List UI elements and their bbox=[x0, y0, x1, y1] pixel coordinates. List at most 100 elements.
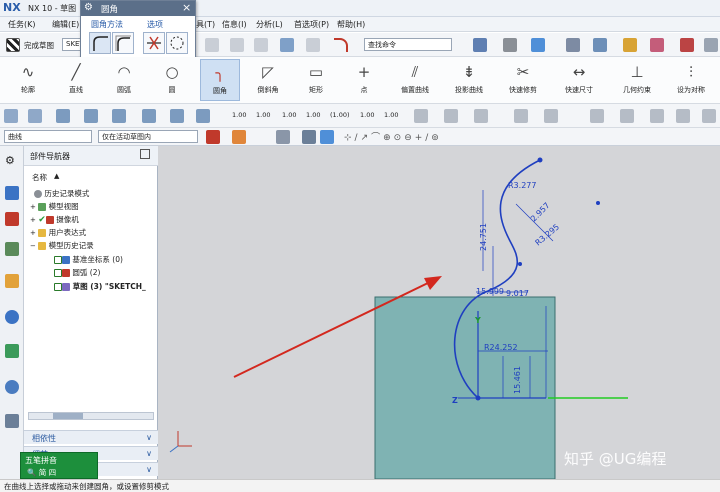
command-finder-input[interactable]: 查找命令 bbox=[364, 38, 452, 51]
customize-icon[interactable] bbox=[704, 38, 718, 52]
shaded-view-icon[interactable] bbox=[531, 38, 545, 52]
checkbox-checked-icon[interactable] bbox=[54, 256, 62, 264]
chamfer-button[interactable]: ◸ 倒斜角 bbox=[248, 59, 288, 101]
curve-endpoint[interactable] bbox=[537, 157, 543, 163]
snap-modes-icon[interactable]: ⊹∕↗⌒⊕⊙⊖+∕⊚ bbox=[344, 130, 442, 143]
dim-value-7[interactable]: 1.00 bbox=[384, 111, 398, 119]
resize-curve-icon[interactable] bbox=[590, 109, 604, 123]
expand-icon[interactable]: + bbox=[30, 216, 36, 224]
dim-r3277[interactable]: R3.277 bbox=[508, 181, 536, 190]
menu-preferences[interactable]: 首选项(P) bbox=[294, 19, 329, 30]
constraint-navigator-icon[interactable] bbox=[5, 242, 19, 256]
snap-point-icon[interactable] bbox=[232, 130, 246, 144]
select-icon[interactable] bbox=[276, 130, 290, 144]
dim-value-2[interactable]: 1.00 bbox=[256, 111, 270, 119]
tree-item-datum-csys[interactable]: 基准坐标系 (0) bbox=[54, 254, 123, 265]
offset-curve-button[interactable]: ⫽ 偏置曲线 bbox=[392, 59, 438, 101]
dim-value-3[interactable]: 1.00 bbox=[282, 111, 296, 119]
delete-curve-icon[interactable] bbox=[544, 109, 558, 123]
trim-fillet-button[interactable] bbox=[89, 32, 111, 54]
sort-up-icon[interactable]: ▲ bbox=[54, 172, 59, 180]
animate-dimension-icon[interactable] bbox=[142, 109, 156, 123]
sketch-viewport[interactable]: R3.277 24.751 2.957 R3.295 15.999 9.017 … bbox=[158, 146, 720, 480]
tree-item-arc[interactable]: 圆弧 (2) bbox=[54, 267, 100, 278]
ime-icons[interactable]: 🔍 简 四 bbox=[27, 467, 56, 478]
arc-center-point[interactable] bbox=[596, 201, 600, 205]
gear-icon[interactable]: ⚙ bbox=[84, 2, 93, 13]
feature-edit-icon[interactable] bbox=[650, 109, 664, 123]
tree-item-user-expressions[interactable]: + 用户表达式 bbox=[30, 227, 86, 238]
tree-item-history-mode[interactable]: 历史记录模式 bbox=[34, 188, 89, 199]
menu-analysis[interactable]: 分析(L) bbox=[256, 19, 283, 30]
tab-fillet-method[interactable]: 圆角方法 bbox=[91, 19, 123, 30]
replace-curve-icon[interactable] bbox=[514, 109, 528, 123]
checkbox-checked-icon[interactable] bbox=[54, 269, 62, 277]
show-constraints-icon[interactable] bbox=[4, 109, 18, 123]
finish-sketch-icon[interactable] bbox=[6, 38, 20, 52]
line-button[interactable]: ╱ 直线 bbox=[56, 59, 96, 101]
panel-dependencies[interactable]: 相依性 ∨ bbox=[24, 430, 158, 444]
expand-icon[interactable]: + bbox=[30, 229, 36, 237]
dim-9017[interactable]: 9.017 bbox=[506, 289, 529, 298]
cube-icon[interactable] bbox=[320, 130, 334, 144]
dim-15999[interactable]: 15.999 bbox=[476, 287, 504, 296]
dim-r24252[interactable]: R24.252 bbox=[484, 343, 518, 352]
rapid-dimension-button[interactable]: ↔ 快速尺寸 bbox=[556, 59, 602, 101]
web-browser-icon[interactable] bbox=[5, 344, 19, 358]
dialog-title-bar[interactable]: ⚙ 圆角 × bbox=[81, 1, 195, 16]
snap-icon[interactable] bbox=[623, 38, 637, 52]
delete-third-curve-button[interactable] bbox=[143, 32, 165, 54]
dim-15461[interactable]: 15.461 bbox=[513, 366, 522, 394]
annotation-icon[interactable] bbox=[414, 109, 428, 123]
profile-button[interactable]: ∿ 轮廓 bbox=[8, 59, 48, 101]
scrollbar-thumb[interactable] bbox=[53, 413, 83, 419]
dim-24751[interactable]: 24.751 bbox=[479, 223, 488, 251]
arc-button[interactable]: ◠ 圆弧 bbox=[104, 59, 144, 101]
maximize-icon[interactable] bbox=[140, 149, 150, 159]
relations-icon[interactable] bbox=[56, 109, 70, 123]
dim-value-4[interactable]: 1.00 bbox=[306, 111, 320, 119]
filter-icon[interactable] bbox=[206, 130, 220, 144]
move-curve-icon[interactable] bbox=[444, 109, 458, 123]
triangle-icon[interactable] bbox=[676, 109, 690, 123]
copy-icon[interactable] bbox=[230, 38, 244, 52]
settings-icon[interactable]: ⚙ bbox=[5, 154, 15, 167]
tree-item-sketch[interactable]: 草图 (3) "SKETCH_ bbox=[54, 281, 154, 292]
section-view-icon[interactable] bbox=[593, 38, 607, 52]
part-navigator-icon[interactable] bbox=[5, 186, 19, 200]
more-icon[interactable] bbox=[702, 109, 716, 123]
tree-item-model-views[interactable]: + 模型视图 bbox=[30, 201, 79, 212]
geometric-constraints-button[interactable]: ⊥ 几何约束 bbox=[614, 59, 660, 101]
menu-help[interactable]: 帮助(H) bbox=[337, 19, 365, 30]
assembly-navigator-icon[interactable] bbox=[5, 212, 19, 226]
inferred-constraints-icon[interactable] bbox=[84, 109, 98, 123]
close-icon[interactable]: × bbox=[182, 1, 191, 14]
hd3d-icon[interactable] bbox=[5, 310, 19, 324]
column-name[interactable]: 名称 bbox=[32, 172, 47, 183]
wcs-icon[interactable] bbox=[680, 38, 694, 52]
menu-task[interactable]: 任务(K) bbox=[8, 19, 36, 30]
dim-value-6[interactable]: 1.00 bbox=[360, 111, 374, 119]
dim-value-5[interactable]: (1.00) bbox=[330, 111, 350, 119]
tab-options[interactable]: 选项 bbox=[147, 19, 163, 30]
offset-move-icon[interactable] bbox=[474, 109, 488, 123]
show-dimensions-icon[interactable] bbox=[28, 109, 42, 123]
fillet-button[interactable]: ╮ 圆角 bbox=[200, 59, 240, 101]
paste-icon[interactable] bbox=[254, 38, 268, 52]
redo-icon[interactable] bbox=[306, 38, 320, 52]
ime-toolbar[interactable]: 五笔拼音 🔍 简 四 bbox=[20, 452, 98, 479]
selection-scope-select[interactable]: 仅在活动草图内 bbox=[98, 130, 198, 143]
reuse-library-icon[interactable] bbox=[5, 274, 19, 288]
checkbox-checked-icon[interactable] bbox=[54, 283, 62, 291]
point-button[interactable]: + 点 bbox=[344, 59, 384, 101]
menu-info[interactable]: 信息(I) bbox=[222, 19, 247, 30]
quick-trim-button[interactable]: ✂ 快速修剪 bbox=[500, 59, 546, 101]
chamfer-edit-icon[interactable] bbox=[620, 109, 634, 123]
alternate-solution-icon[interactable] bbox=[170, 109, 184, 123]
cut-icon[interactable] bbox=[205, 38, 219, 52]
tangent-point[interactable] bbox=[518, 262, 522, 266]
tree-item-camera[interactable]: + ✔ 摄像机 bbox=[30, 214, 79, 225]
work-layer-icon[interactable] bbox=[650, 38, 664, 52]
expand-icon[interactable]: + bbox=[30, 203, 36, 211]
layer-icon[interactable] bbox=[566, 38, 580, 52]
